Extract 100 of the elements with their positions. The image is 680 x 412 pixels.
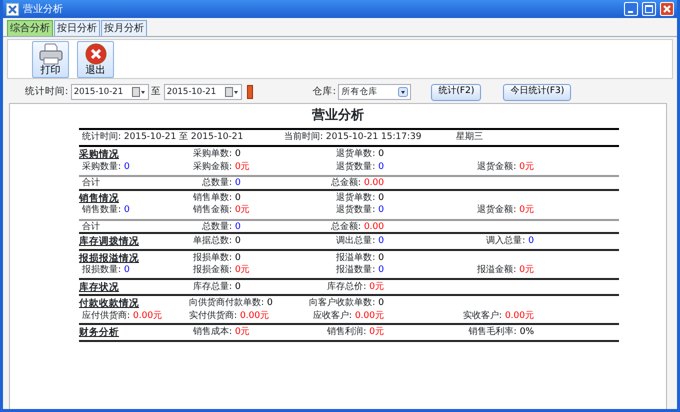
total-label: 合计 (82, 220, 100, 234)
range-text: 统计时间: 2015-10-21 至 2015-10-21 (81, 130, 244, 144)
field-value: 0.00 (364, 177, 384, 190)
field-label: 总数量: (200, 220, 232, 234)
field-label: 退货单数: (336, 192, 376, 204)
field-value: 0元 (369, 326, 384, 340)
close-button[interactable] (660, 2, 674, 16)
field-label: 销售金额: (192, 204, 232, 217)
field-label: 销售毛利率: (468, 326, 517, 340)
field-value: 0 (235, 177, 241, 190)
section-heading: 库存状况 (79, 280, 119, 294)
spin-button[interactable] (246, 85, 253, 99)
field-value: 0 (378, 160, 384, 174)
field-label: 退货数量: (336, 204, 376, 217)
field-value: 0元 (235, 326, 250, 340)
field-label: 报溢单数: (336, 252, 376, 264)
dropdown-icon (398, 87, 408, 97)
field-value: 0.00元 (504, 310, 534, 322)
field-label: 实付供货商: (189, 310, 238, 322)
field-label: 库存总价: (327, 280, 366, 294)
range-label: 统计时间: (25, 84, 68, 99)
field-label: 报损单数: (192, 252, 232, 264)
tab[interactable]: 综合分析 (7, 20, 53, 36)
field-value: 0 (378, 297, 384, 310)
print-button[interactable]: 打印 (32, 41, 69, 78)
field-value: 0.00元 (354, 310, 384, 322)
field-value: 0元 (519, 160, 534, 174)
section-heading: 采购情况 (79, 148, 119, 162)
field-value: 0 (235, 252, 241, 265)
field-value: 0 (235, 148, 241, 162)
field-label: 应收客户: (312, 310, 352, 322)
close-icon (84, 43, 106, 65)
date-field[interactable]: 2015-10-21 (70, 84, 149, 100)
field-value: 0元 (235, 204, 250, 217)
field-value: 0.00元 (240, 310, 270, 322)
field-label: 销售单数: (192, 192, 232, 204)
to-label: 至 (151, 84, 162, 99)
field-label: 报损数量: (82, 264, 122, 277)
current-time-text: 当前时间: 2015-10-21 15:17:39 (284, 130, 422, 144)
field-value: 0元 (519, 204, 534, 217)
field-label: 销售数量: (82, 204, 122, 217)
calendar-dropdown-icon[interactable] (132, 87, 146, 97)
field-value: 0元 (235, 264, 250, 277)
field-label: 退货金额: (477, 204, 516, 217)
field-label: 报溢数量: (336, 264, 376, 277)
maximize-icon (645, 5, 653, 13)
maximize-button[interactable] (642, 2, 656, 16)
tab[interactable]: 按月分析 (101, 20, 147, 36)
field-value: 0.00 (364, 220, 384, 234)
section-heading: 销售情况 (79, 192, 119, 204)
field-value: 0 (378, 264, 384, 277)
field-label: 应付供货商: (82, 310, 130, 322)
field-label: 报损金额: (192, 264, 232, 277)
field-value: 0 (378, 192, 384, 205)
field-value: 0 (124, 204, 130, 217)
field-value: 0元 (235, 160, 250, 174)
field-label: 总数量: (200, 177, 232, 190)
exit-button[interactable]: 退出 (77, 41, 114, 78)
weekday-text: 星期三 (456, 130, 483, 144)
field-value: 0 (235, 235, 241, 248)
report-title: 营业分析 (311, 108, 365, 124)
field-value: 0 (378, 252, 384, 265)
field-label: 库存总量: (192, 280, 232, 294)
field-label: 退货数量: (336, 160, 376, 174)
date-field[interactable]: 2015-10-21 (164, 84, 242, 100)
printer-icon (38, 43, 62, 65)
tab[interactable]: 按日分析 (54, 20, 100, 36)
field-label: 调入总量: (486, 235, 526, 248)
warehouse-select[interactable]: 所有仓库 (338, 84, 412, 100)
field-label: 退货金额: (477, 160, 516, 174)
field-label: 退货单数: (336, 148, 376, 162)
app-icon (6, 2, 19, 16)
field-value: 0 (235, 192, 241, 205)
field-value: 0 (378, 148, 384, 162)
window-title: 营业分析 (23, 2, 63, 16)
section-heading: 报损报溢情况 (79, 252, 139, 264)
section-heading: 财务分析 (79, 326, 119, 340)
field-value: 0 (267, 297, 273, 310)
field-label: 采购单数: (192, 148, 232, 162)
field-value: 0% (520, 326, 534, 340)
total-label: 合计 (82, 177, 100, 190)
today-stats-button[interactable]: 今日统计(F3) (503, 84, 572, 100)
field-value: 0 (124, 264, 130, 277)
field-label: 采购金额: (192, 160, 232, 174)
warehouse-label: 仓库: (312, 84, 336, 99)
field-label: 总金额: (330, 177, 361, 190)
field-value: 0 (235, 280, 241, 294)
field-value: 0 (235, 220, 241, 234)
field-label: 向供货商付款单数: (189, 297, 264, 310)
field-value: 0元 (519, 264, 534, 277)
minimize-button[interactable] (624, 2, 638, 16)
section-heading: 付款收款情况 (79, 297, 139, 310)
field-label: 单据总数: (192, 235, 232, 248)
field-label: 销售利润: (327, 326, 366, 340)
field-value: 0.00元 (133, 310, 162, 322)
calendar-dropdown-icon[interactable] (224, 87, 239, 97)
stats-button[interactable]: 统计(F2) (431, 84, 482, 100)
field-value: 0 (124, 160, 130, 174)
field-value: 0 (528, 235, 534, 248)
field-value: 0 (378, 235, 384, 248)
